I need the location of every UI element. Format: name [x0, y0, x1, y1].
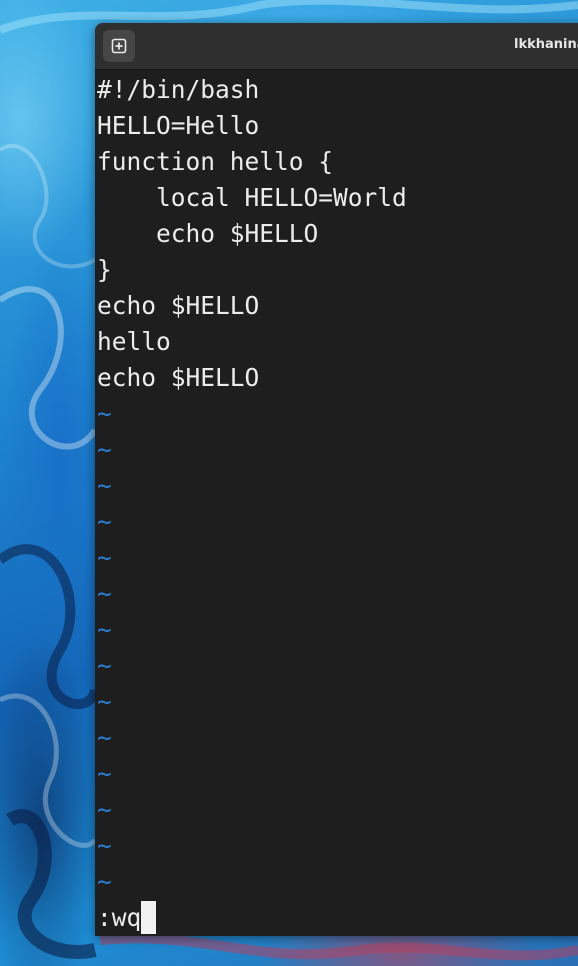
empty-line-marker: ~	[97, 759, 112, 788]
empty-line-marker: ~	[97, 831, 112, 860]
code-line: hello	[97, 327, 171, 356]
empty-line-marker: ~	[97, 435, 112, 464]
plus-square-icon	[111, 38, 127, 54]
empty-line-marker: ~	[97, 399, 112, 428]
empty-line-marker: ~	[97, 543, 112, 572]
empty-line-marker: ~	[97, 795, 112, 824]
vim-command-line[interactable]: :wq	[97, 900, 157, 936]
empty-line-marker: ~	[97, 687, 112, 716]
terminal-window[interactable]: lkkhanina #!/bin/bash HELLO=Hello functi…	[95, 23, 578, 936]
window-title: lkkhanina	[514, 37, 578, 52]
window-titlebar[interactable]: lkkhanina	[95, 23, 578, 70]
empty-line-marker: ~	[97, 723, 112, 752]
vim-editor[interactable]: #!/bin/bash HELLO=Hello function hello {…	[95, 70, 578, 936]
code-line: #!/bin/bash	[97, 75, 260, 104]
code-line: echo $HELLO	[97, 363, 260, 392]
code-line: function hello {	[97, 147, 334, 176]
empty-line-marker: ~	[97, 471, 112, 500]
code-line: local HELLO=World	[97, 183, 407, 212]
empty-line-marker: ~	[97, 579, 112, 608]
command-text: :wq	[97, 903, 142, 932]
code-line: }	[97, 255, 112, 284]
text-cursor	[141, 901, 157, 934]
new-tab-button[interactable]	[103, 30, 135, 62]
empty-line-marker: ~	[97, 615, 112, 644]
code-line: echo $HELLO	[97, 219, 319, 248]
empty-line-marker: ~	[97, 867, 112, 896]
empty-line-marker: ~	[97, 651, 112, 680]
code-line: HELLO=Hello	[97, 111, 260, 140]
code-line: echo $HELLO	[97, 291, 260, 320]
empty-line-marker: ~	[97, 507, 112, 536]
